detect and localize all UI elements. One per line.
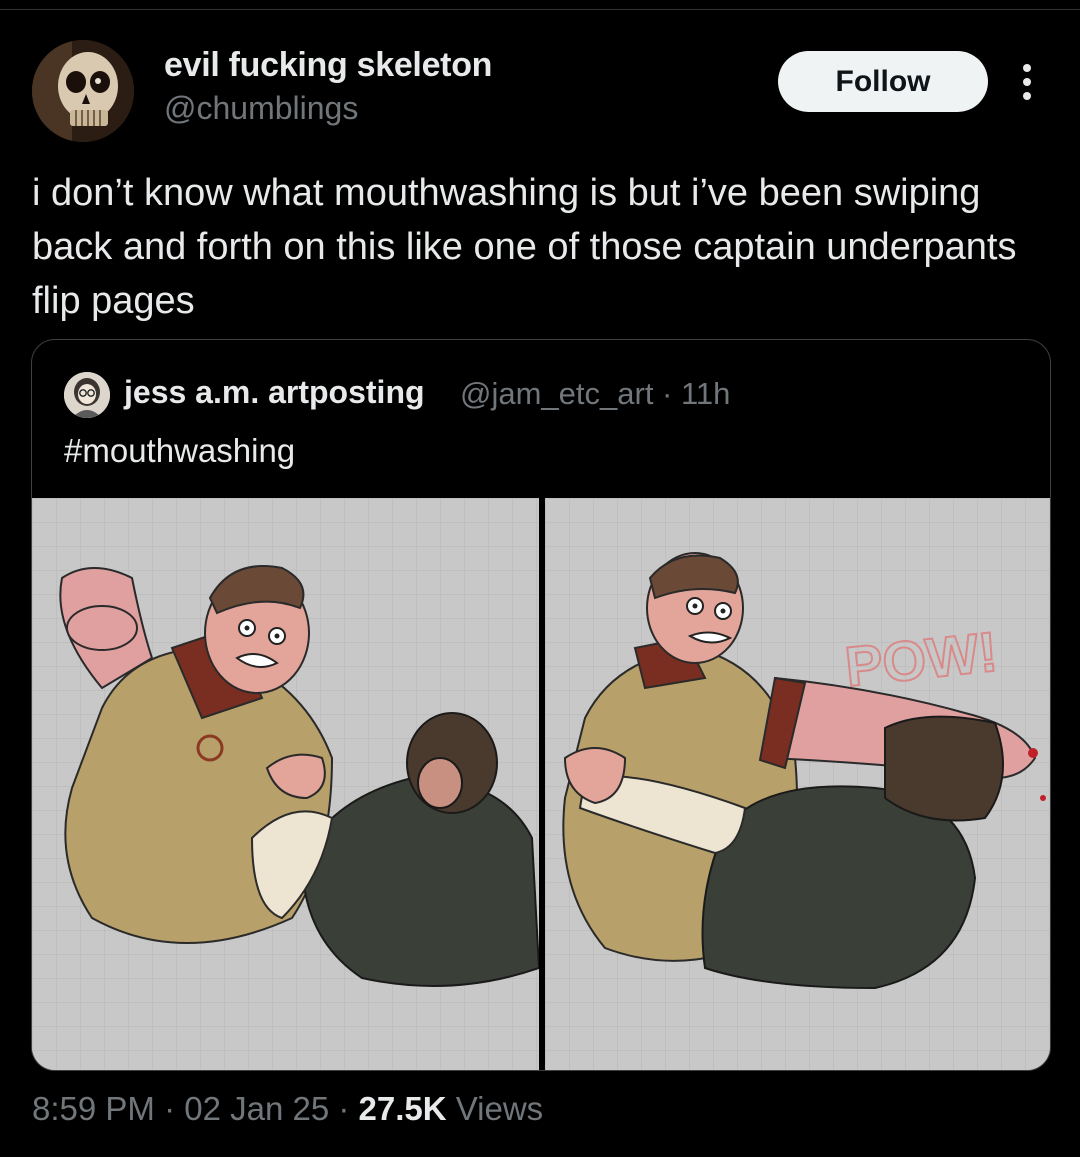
author-display-name[interactable]: evil fucking skeleton: [164, 46, 492, 85]
author-avatar[interactable]: [32, 40, 134, 142]
skull-avatar-icon: [32, 40, 134, 142]
fight-panel-2[interactable]: POW!: [545, 498, 1050, 1070]
views-count: 27.5K: [358, 1090, 447, 1127]
quoted-tweet-hashtag[interactable]: #mouthwashing: [64, 432, 295, 470]
top-divider: [0, 9, 1080, 10]
quoted-tweet-card[interactable]: jess a.m. artposting @jam_etc_art · 11h …: [31, 339, 1051, 1071]
quoted-author-name[interactable]: jess a.m. artposting: [124, 374, 425, 411]
quoted-tweet-media[interactable]: POW!: [32, 498, 1050, 1070]
tweet-time[interactable]: 8:59 PM · 02 Jan 25 ·: [32, 1090, 359, 1127]
views-label: Views: [446, 1090, 544, 1127]
fight-panel-1[interactable]: [32, 498, 541, 1070]
tweet-text: i don’t know what mouthwashing is but i’…: [32, 172, 1017, 322]
quoted-author-avatar[interactable]: [64, 372, 110, 418]
follow-button[interactable]: Follow: [778, 51, 988, 112]
tweet-timestamp-views: 8:59 PM · 02 Jan 25 · 27.5K Views: [32, 1090, 543, 1128]
artist-avatar-icon: [64, 372, 110, 418]
author-handle[interactable]: @chumblings: [164, 90, 358, 127]
more-options-icon[interactable]: [1014, 60, 1040, 104]
quoted-author-meta[interactable]: @jam_etc_art · 11h: [460, 376, 730, 412]
